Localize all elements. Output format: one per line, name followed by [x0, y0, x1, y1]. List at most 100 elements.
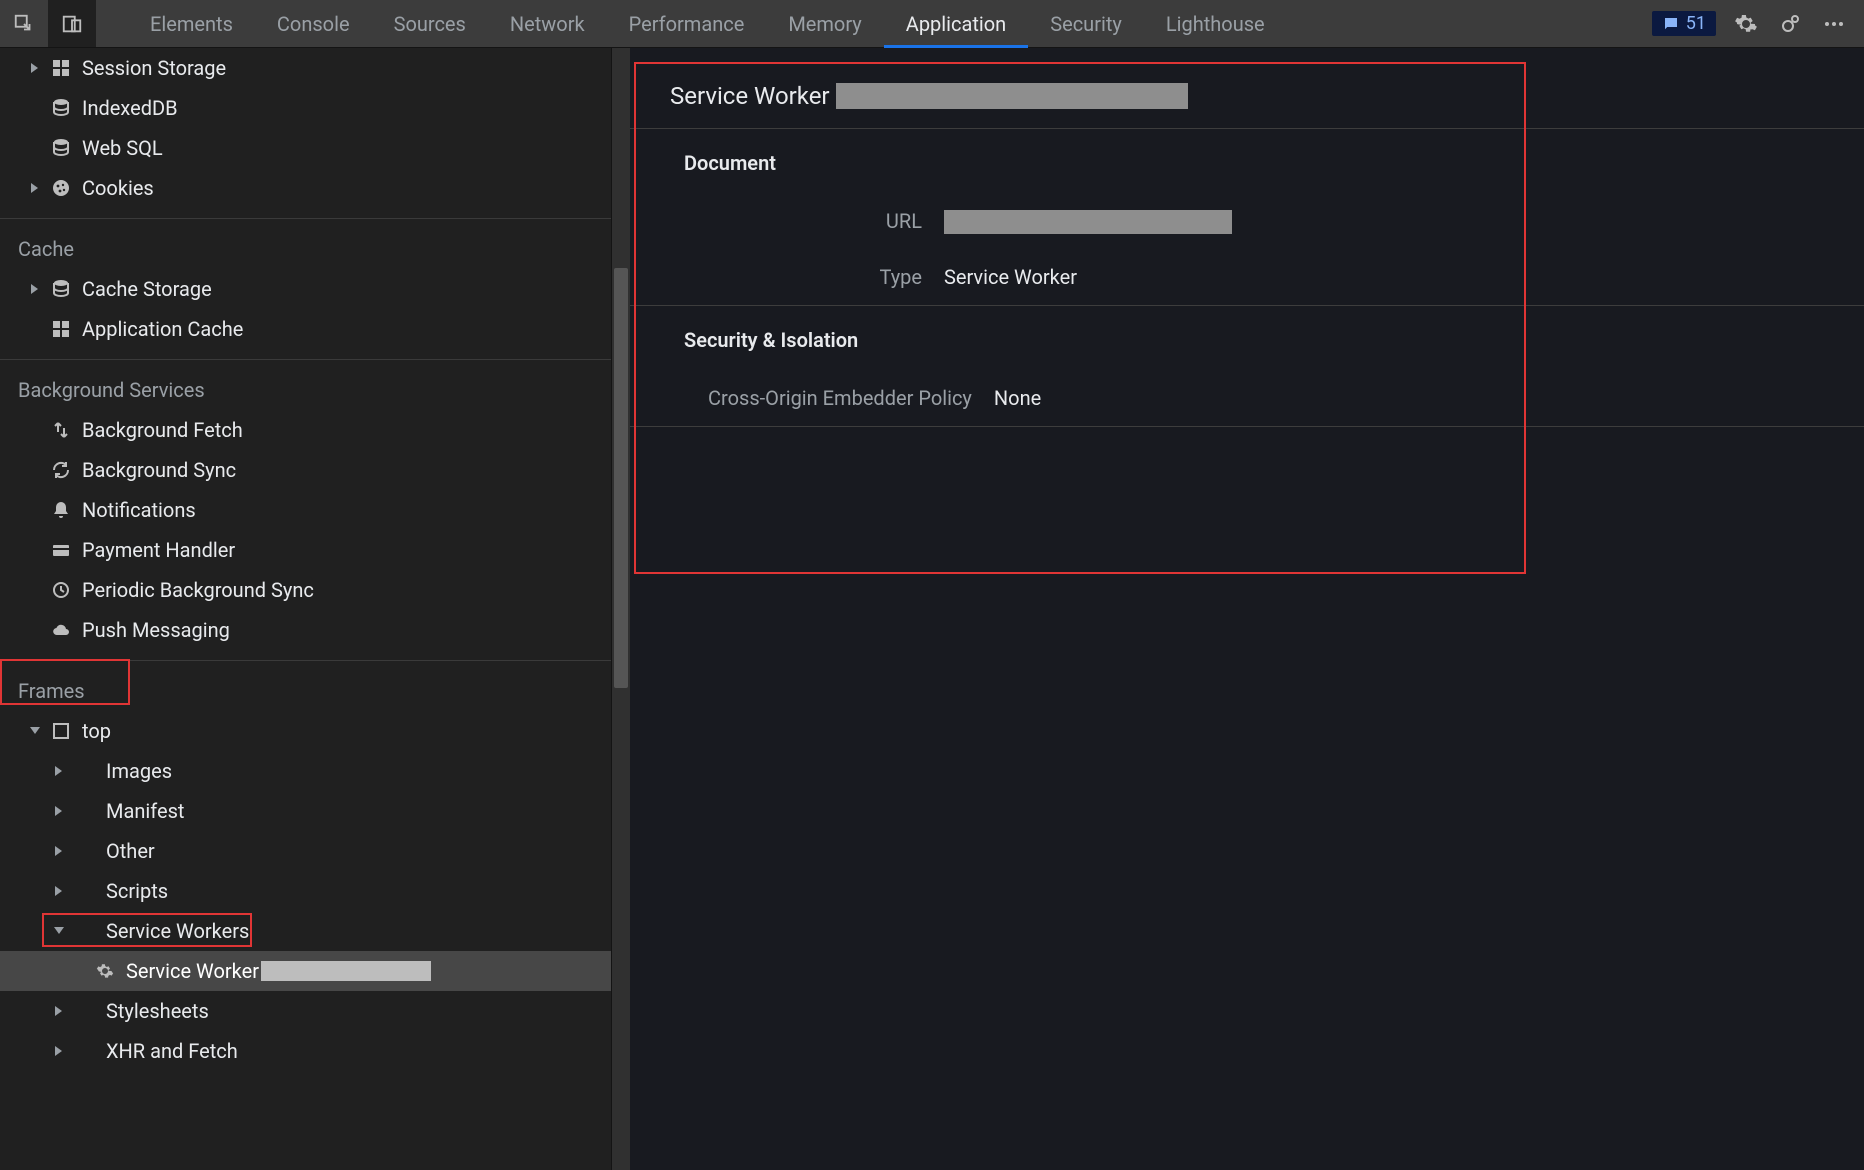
- tree-row[interactable]: Images: [0, 751, 611, 791]
- console-message-count[interactable]: 51: [1652, 11, 1716, 36]
- disclosure-arrow-icon[interactable]: [28, 181, 42, 195]
- detail-title: Service Worker: [670, 82, 830, 110]
- tree-row[interactable]: Cookies: [0, 168, 611, 208]
- application-sidebar[interactable]: Session Storage IndexedDB Web SQL Cookies C…: [0, 48, 612, 1170]
- section-cache-header: Cache: [0, 223, 611, 269]
- whatsnew-icon[interactable]: [1776, 10, 1804, 38]
- row-url: URL: [630, 193, 1864, 249]
- disclosure-arrow-icon[interactable]: [52, 884, 66, 898]
- disclosure-arrow-icon[interactable]: [28, 282, 42, 296]
- tree-row-label: Background Fetch: [82, 418, 243, 442]
- coep-label: Cross-Origin Embedder Policy: [684, 386, 994, 410]
- grid-icon: [48, 319, 74, 339]
- tree-row[interactable]: IndexedDB: [0, 88, 611, 128]
- device-toolbar-button[interactable]: [48, 0, 96, 47]
- tree-row-label: Cache Storage: [82, 277, 212, 301]
- bell-icon: [48, 500, 74, 520]
- tree-row[interactable]: Application Cache: [0, 309, 611, 349]
- tree-row[interactable]: Session Storage: [0, 48, 611, 88]
- tree-row-label: Web SQL: [82, 136, 163, 160]
- gear-icon: [92, 962, 118, 980]
- settings-icon[interactable]: [1732, 10, 1760, 38]
- tree-row[interactable]: XHR and Fetch: [0, 1031, 611, 1071]
- tree-row-label: Scripts: [106, 879, 168, 903]
- fetch-icon: [48, 420, 74, 440]
- divider: [0, 660, 611, 661]
- detail-title-redacted: [836, 83, 1188, 109]
- divider: [0, 359, 611, 360]
- tree-row[interactable]: Service Worker: [0, 951, 611, 991]
- row-type: Type Service Worker: [630, 249, 1864, 305]
- devtools-tabbar: ElementsConsoleSourcesNetworkPerformance…: [0, 0, 1864, 48]
- tree-row-label: Notifications: [82, 498, 196, 522]
- tab-sources[interactable]: Sources: [372, 0, 488, 47]
- coep-value: None: [994, 386, 1041, 410]
- tab-network[interactable]: Network: [488, 0, 607, 47]
- tree-row[interactable]: Scripts: [0, 871, 611, 911]
- main-split: Session Storage IndexedDB Web SQL Cookies C…: [0, 48, 1864, 1170]
- disclosure-arrow-icon[interactable]: [52, 1044, 66, 1058]
- frame-icon: [48, 721, 74, 741]
- tree-row-label: Periodic Background Sync: [82, 578, 314, 602]
- disclosure-arrow-icon[interactable]: [52, 1004, 66, 1018]
- tree-row-label: Images: [106, 759, 172, 783]
- section-document-title: Document: [630, 129, 1864, 193]
- disclosure-arrow-icon[interactable]: [52, 844, 66, 858]
- tree-row[interactable]: Payment Handler: [0, 530, 611, 570]
- divider: [0, 218, 611, 219]
- tree-row[interactable]: Service Workers: [0, 911, 611, 951]
- section-bgservices-header: Background Services: [0, 364, 611, 410]
- tree-row-label: Session Storage: [82, 56, 226, 80]
- disclosure-arrow-icon[interactable]: [28, 724, 42, 738]
- more-icon[interactable]: [1820, 10, 1848, 38]
- tree-row[interactable]: Push Messaging: [0, 610, 611, 650]
- tab-performance[interactable]: Performance: [607, 0, 767, 47]
- sidebar-scrollbar-gutter[interactable]: [612, 48, 630, 1170]
- tree-row[interactable]: Cache Storage: [0, 269, 611, 309]
- tree-row-label: Service Workers: [106, 919, 249, 943]
- disclosure-arrow-icon[interactable]: [52, 804, 66, 818]
- tree-row[interactable]: Manifest: [0, 791, 611, 831]
- tab-memory[interactable]: Memory: [766, 0, 883, 47]
- section-frames-title: Frames: [18, 679, 85, 703]
- tree-row-label: Payment Handler: [82, 538, 235, 562]
- tree-row[interactable]: Background Sync: [0, 450, 611, 490]
- tree-row-label: Cookies: [82, 176, 154, 200]
- db-icon: [48, 98, 74, 118]
- inspect-element-button[interactable]: [0, 0, 48, 47]
- tree-row-label: Service Worker: [126, 959, 259, 983]
- tree-row[interactable]: Background Fetch: [0, 410, 611, 450]
- tree-row-label: Push Messaging: [82, 618, 230, 642]
- tab-lighthouse[interactable]: Lighthouse: [1144, 0, 1287, 47]
- disclosure-arrow-icon[interactable]: [28, 61, 42, 75]
- url-label: URL: [684, 209, 944, 233]
- tree-row[interactable]: Notifications: [0, 490, 611, 530]
- tab-console[interactable]: Console: [255, 0, 372, 47]
- disclosure-arrow-icon[interactable]: [52, 764, 66, 778]
- tree-row[interactable]: Stylesheets: [0, 991, 611, 1031]
- tree-row-label: Background Sync: [82, 458, 236, 482]
- tree-row[interactable]: Web SQL: [0, 128, 611, 168]
- section-frames-header: Frames: [0, 665, 611, 711]
- sync-icon: [48, 460, 74, 480]
- tree-row[interactable]: top: [0, 711, 611, 751]
- tree-row-label: Manifest: [106, 799, 184, 823]
- scrollbar-thumb[interactable]: [614, 268, 628, 688]
- row-coep: Cross-Origin Embedder Policy None: [630, 370, 1864, 426]
- url-value-redacted: [944, 210, 1232, 234]
- cookie-icon: [48, 178, 74, 198]
- section-security-title: Security & Isolation: [630, 306, 1864, 370]
- tree-row[interactable]: Periodic Background Sync: [0, 570, 611, 610]
- tree-row-label: Other: [106, 839, 155, 863]
- tree-row[interactable]: Other: [0, 831, 611, 871]
- disclosure-arrow-icon[interactable]: [52, 924, 66, 938]
- type-value: Service Worker: [944, 265, 1077, 289]
- tab-security[interactable]: Security: [1028, 0, 1144, 47]
- detail-pane: Service Worker Document URL Type Service…: [630, 48, 1864, 1170]
- tab-elements[interactable]: Elements: [128, 0, 255, 47]
- tree-row-label: XHR and Fetch: [106, 1039, 238, 1063]
- clock-icon: [48, 580, 74, 600]
- db-icon: [48, 138, 74, 158]
- tree-row-label: Application Cache: [82, 317, 243, 341]
- tab-application[interactable]: Application: [884, 0, 1028, 47]
